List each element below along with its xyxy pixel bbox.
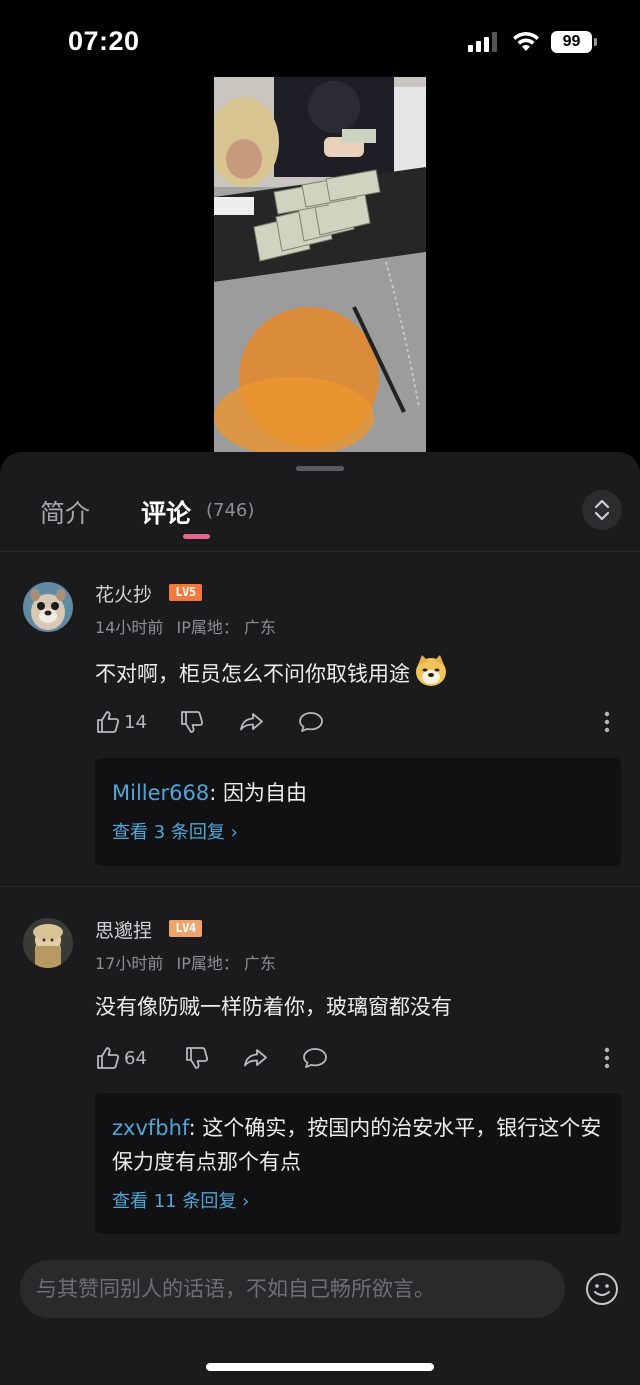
comment-body: 没有像防贼一样防着你，玻璃窗都没有 [95,995,452,1019]
view-replies-link[interactable]: 查看 3 条回复 › [112,818,604,844]
thumbs-down-icon [181,711,204,733]
video-frame [214,77,426,453]
battery-icon: 99 [551,31,597,53]
like-count: 64 [124,1047,147,1069]
active-tab-indicator [183,534,210,539]
share-icon [244,1049,267,1067]
comment-input-bar[interactable] [20,1260,565,1318]
reply-username[interactable]: zxvfbhf [112,1116,189,1140]
reply-preview[interactable]: zxvfbhf: 这个确实，按国内的治安水平，银行这个安保力度有点那个有点 查看… [95,1093,621,1234]
doge-emoji-icon [416,655,446,686]
comments-count: (746) [206,500,255,521]
ip-label: IP属地： [176,618,239,637]
share-button[interactable] [243,1043,269,1073]
reply-username[interactable]: Miller668 [112,781,209,805]
comments-sheet: 简介 评论 (746) 花火抄 LV5 14小时前 IP属地： 广东 不对啊，柜… [0,452,640,1385]
comment-actions: 64 [95,1043,620,1073]
username[interactable]: 花火抄 [95,580,152,607]
like-button[interactable]: 64 [95,1043,147,1073]
tab-bar: 简介 评论 (746) [0,482,640,552]
comment-item: 花火抄 LV5 14小时前 IP属地： 广东 不对啊，柜员怎么不问你取钱用途 1… [0,552,640,887]
level-badge: LV4 [169,920,202,937]
signal-icon [468,32,497,52]
dislike-button[interactable] [179,707,205,737]
comment-actions: 14 [95,707,620,737]
comment-item: 思邈捏 LV4 17小时前 IP属地： 广东 没有像防贼一样防着你，玻璃窗都没有… [0,888,640,1248]
status-time: 07:20 [68,26,140,56]
like-button[interactable]: 14 [95,707,147,737]
more-icon[interactable] [604,709,610,735]
reply-button[interactable] [302,1043,328,1073]
avatar[interactable] [23,582,73,632]
avatar-image [23,582,73,632]
battery-cap [594,38,597,46]
ip-label: IP属地： [176,954,239,973]
comment-meta: 17小时前 IP属地： 广东 [95,950,276,974]
reply-line: zxvfbhf: 这个确实，按国内的治安水平，银行这个安保力度有点那个有点 [112,1111,604,1179]
comment-time: 17小时前 [95,954,164,973]
ip-location: 广东 [243,954,276,973]
comment-body: 不对啊，柜员怎么不问你取钱用途 [95,662,410,686]
wifi-icon [513,31,539,51]
tab-comments[interactable]: 评论 [141,494,191,530]
reply-preview[interactable]: Miller668: 因为自由 查看 3 条回复 › [95,758,621,866]
share-button[interactable] [239,707,265,737]
thumbs-up-icon [97,711,120,733]
status-bar: 07:20 99 [0,0,640,80]
ip-location: 广东 [243,618,276,637]
username[interactable]: 思邈捏 [95,916,152,943]
sort-button[interactable] [582,490,622,530]
reply-text: : 因为自由 [209,781,308,805]
view-replies-link[interactable]: 查看 11 条回复 › [112,1187,604,1213]
reply-line: Miller668: 因为自由 [112,776,604,810]
video-player[interactable] [214,77,426,453]
emoji-icon[interactable] [585,1272,619,1306]
thumbs-up-icon [97,1047,120,1069]
more-icon[interactable] [604,1045,610,1071]
share-icon [240,713,263,731]
comment-input[interactable] [36,1277,549,1301]
comment-text: 没有像防贼一样防着你，玻璃窗都没有 [95,991,452,1021]
level-badge: LV5 [169,584,202,601]
comment-time: 14小时前 [95,618,164,637]
avatar-image [23,918,73,968]
reply-button[interactable] [298,707,324,737]
thumbs-down-icon [186,1047,209,1069]
tab-intro[interactable]: 简介 [40,494,90,530]
battery-level: 99 [551,31,592,53]
dislike-button[interactable] [184,1043,210,1073]
sheet-grabber[interactable] [296,466,344,471]
comment-bubble-icon [303,1048,327,1068]
comment-bubble-icon [299,712,323,732]
home-indicator[interactable] [206,1363,434,1371]
like-count: 14 [124,711,147,733]
comment-text: 不对啊，柜员怎么不问你取钱用途 [95,655,448,688]
avatar[interactable] [23,918,73,968]
comment-meta: 14小时前 IP属地： 广东 [95,614,276,638]
chevron-up-down-icon [594,499,610,521]
